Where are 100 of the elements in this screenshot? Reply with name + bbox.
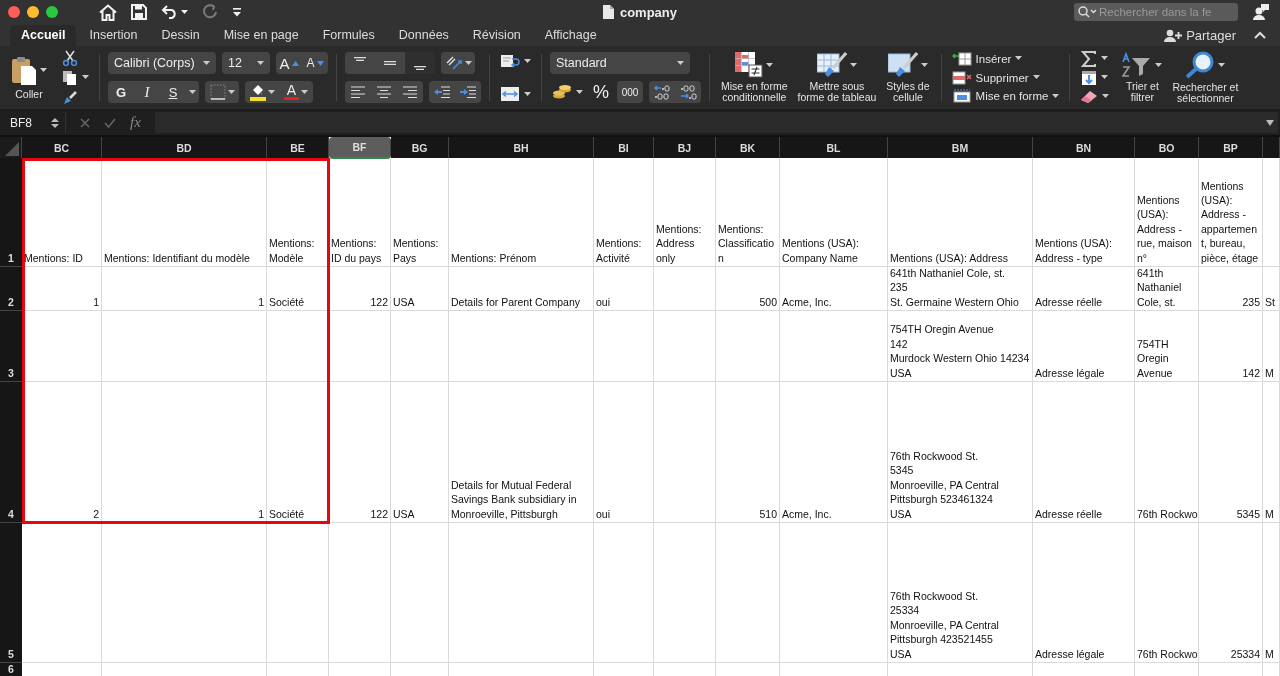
merge-cells-button[interactable] <box>498 85 533 103</box>
table-cell: M <box>1263 523 1280 663</box>
table-cell <box>654 311 716 382</box>
find-select-button[interactable]: Rechercher et sélectionner <box>1169 51 1242 104</box>
house-icon <box>99 3 117 21</box>
align-lines-icon <box>384 61 396 65</box>
ribbon-tab[interactable]: Révision <box>461 25 532 46</box>
column-header[interactable]: BP <box>1199 137 1263 158</box>
share-button[interactable]: Partager <box>1164 27 1236 43</box>
table-cell: 122 <box>329 382 391 523</box>
row-header[interactable]: 6 <box>0 663 22 676</box>
column-header[interactable]: BD <box>102 137 267 158</box>
paintbrush-icon <box>62 89 78 106</box>
format-as-table-button[interactable]: Mettre sous forme de tableau <box>794 52 880 103</box>
ribbon-tab[interactable]: Insertion <box>78 25 149 46</box>
ribbon-tab[interactable]: Formules <box>311 25 386 46</box>
column-header[interactable]: BO <box>1135 137 1199 158</box>
percent-style-button[interactable]: % <box>591 81 611 103</box>
column-header[interactable]: BF <box>329 137 391 159</box>
formula-input[interactable] <box>154 112 1278 133</box>
ribbon-tab[interactable]: Mise en page <box>212 25 310 46</box>
column-header[interactable]: BK <box>716 137 780 158</box>
increase-font-size-button[interactable]: A <box>276 52 302 74</box>
accounting-format-button[interactable] <box>550 83 585 101</box>
table-cell: Mentions: Activité <box>594 158 654 267</box>
table-cell: Adresse légale <box>1033 311 1135 382</box>
borders-icon <box>209 84 226 100</box>
ribbon-tab[interactable]: Dessin <box>150 25 211 46</box>
font-name-dropdown[interactable]: Calibri (Corps) <box>108 52 216 74</box>
column-header[interactable]: BG <box>391 137 449 158</box>
column-header[interactable]: BJ <box>654 137 716 158</box>
ribbon-tab[interactable]: Affichage <box>533 25 608 46</box>
sort-filter-button[interactable]: Trier et filtrer <box>1119 52 1166 103</box>
number-format-dropdown[interactable]: Standard <box>550 52 690 74</box>
table-cell: 510 <box>716 382 780 523</box>
delete-button[interactable]: Supprimer <box>949 68 1042 87</box>
row-header[interactable]: 1 <box>0 158 22 267</box>
column-header[interactable]: BN <box>1033 137 1135 158</box>
italic-button[interactable]: I <box>134 81 160 103</box>
minimize-button[interactable] <box>27 6 39 18</box>
add-person-icon <box>1164 28 1183 42</box>
bold-button[interactable]: G <box>108 81 134 103</box>
ribbon-tab[interactable]: Accueil <box>10 25 77 46</box>
table-cell: Mentions: Pays <box>391 158 449 267</box>
paste-button[interactable]: Coller <box>8 55 50 100</box>
ribbon-tab[interactable]: Données <box>387 25 460 46</box>
autosum-button[interactable] <box>1079 50 1111 67</box>
caret-icon <box>524 58 531 64</box>
search-field[interactable]: Rechercher dans la fe <box>1074 3 1238 21</box>
table-cell: 1 <box>102 267 267 311</box>
column-header[interactable]: BL <box>780 137 888 158</box>
caret-icon <box>267 89 275 95</box>
collapse-ribbon-icon[interactable] <box>1254 31 1266 39</box>
row-header[interactable]: 2 <box>0 267 22 311</box>
conditional-formatting-button[interactable]: Mise en forme conditionnelle <box>718 52 791 103</box>
column-header[interactable]: BM <box>888 137 1033 158</box>
insert-button[interactable]: Insérer <box>949 50 1025 68</box>
align-bottom-button[interactable] <box>405 52 435 74</box>
feedback-icon[interactable] <box>1252 3 1270 21</box>
cancel-icon[interactable] <box>80 117 90 128</box>
zoom-button[interactable] <box>46 6 58 18</box>
expand-caret-icon[interactable] <box>1266 119 1274 126</box>
copy-button[interactable] <box>60 68 91 87</box>
column-header[interactable]: BC <box>22 137 102 158</box>
row-header[interactable]: 3 <box>0 311 22 382</box>
column-header[interactable]: BE <box>267 137 329 158</box>
table-cell: 235 <box>1199 267 1263 311</box>
caret-icon <box>576 89 583 95</box>
save-button[interactable] <box>128 2 150 22</box>
merge-cells-icon <box>500 86 520 102</box>
thousands-separator-button[interactable]: 000 <box>617 81 643 103</box>
table-cell: 754TH Oregin Avenue <box>1135 311 1199 382</box>
underline-button[interactable]: S <box>160 81 186 103</box>
table-cell: 76th Rockwood St. 5345 Monroeville, PA Central Pittsburgh 523461324 USA <box>888 382 1033 523</box>
caret-icon <box>257 60 264 66</box>
table-cell: Adresse légale <box>1033 523 1135 663</box>
table-cell: 122 <box>329 267 391 311</box>
table-cell <box>716 311 780 382</box>
decrease-font-size-button[interactable]: A <box>302 52 328 74</box>
table-cell: Mentions (USA): Address - type <box>1033 158 1135 267</box>
row-header[interactable]: 4 <box>0 382 22 523</box>
caret-icon <box>1155 62 1163 68</box>
insert-function-button[interactable]: fx <box>130 114 141 131</box>
sort-funnel-icon <box>1122 52 1153 78</box>
font-size-dropdown[interactable]: 12 <box>222 52 270 74</box>
wrap-text-button[interactable] <box>498 52 533 70</box>
checkmark-icon[interactable] <box>104 117 116 128</box>
column-header[interactable]: BH <box>449 137 594 158</box>
format-button[interactable]: Mise en forme <box>949 87 1062 105</box>
table-cell: 500 <box>716 267 780 311</box>
row-header[interactable]: 5 <box>0 523 22 663</box>
cell-styles-button[interactable]: Styles de cellule <box>883 52 933 103</box>
name-box[interactable]: BF8 <box>0 112 66 133</box>
table-cell: 1 <box>102 382 267 523</box>
conditional-formatting-icon <box>735 52 764 78</box>
stepper-icon <box>51 116 59 129</box>
fill-button[interactable] <box>1079 69 1111 86</box>
table-cell: USA <box>391 267 449 311</box>
column-header[interactable]: BI <box>594 137 654 158</box>
close-button[interactable] <box>8 6 20 18</box>
